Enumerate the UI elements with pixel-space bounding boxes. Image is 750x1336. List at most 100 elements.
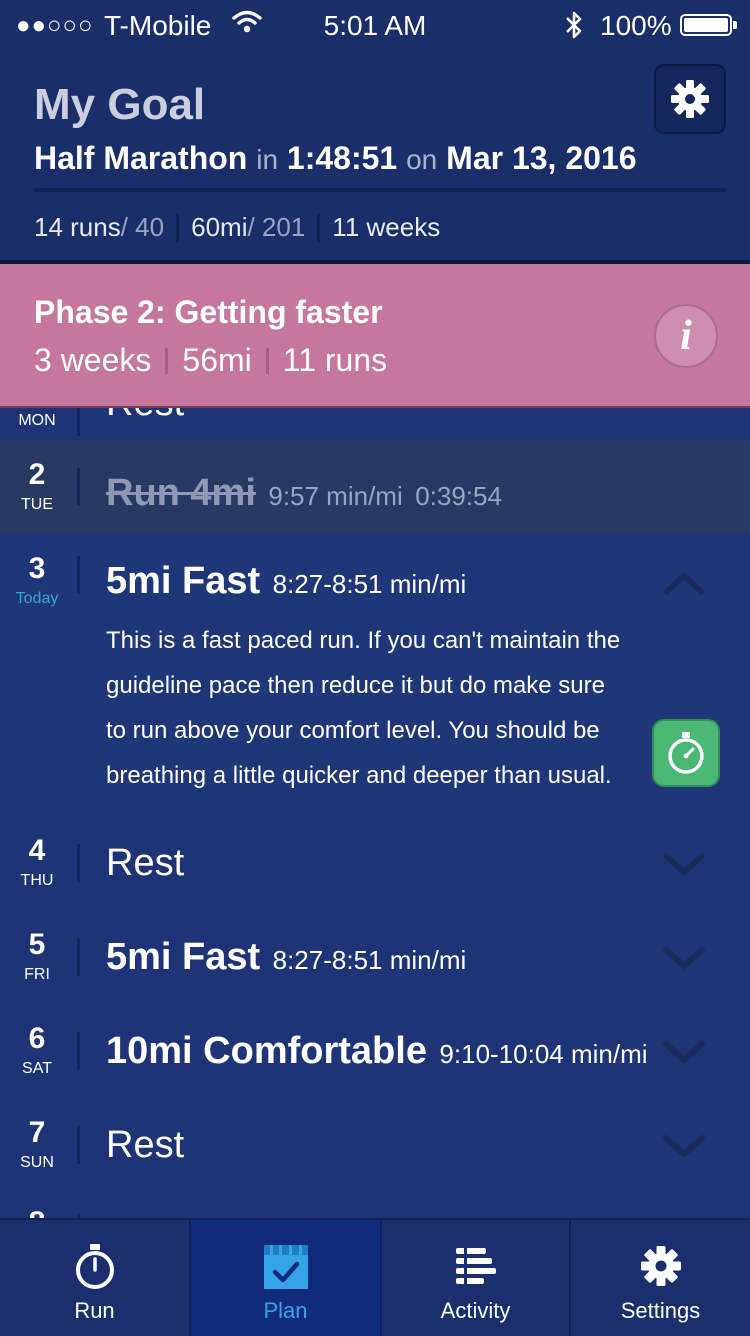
tab-label: Settings: [620, 1298, 701, 1323]
workout-title: Rest: [106, 1124, 185, 1166]
miles-total: / 201: [247, 212, 306, 242]
day-row-tue[interactable]: 2 TUE Run 4mi 9:57 min/mi 0:39:54: [0, 440, 750, 536]
goal-header: My Goal Half Marathon in 1:48:51 on Mar …: [0, 52, 750, 264]
goal-title: My Goal: [34, 80, 206, 129]
phase-title: Phase 2: Getting faster: [34, 294, 383, 330]
activity-list-icon: [455, 1246, 496, 1286]
workout-title: 5mi Fast: [106, 560, 261, 602]
workout-title-row: Rest: [106, 408, 184, 425]
workout-title: 10mi Comfortable: [106, 1030, 427, 1072]
goal-race: Half Marathon: [34, 140, 248, 176]
calendar-check-icon: [263, 1245, 308, 1289]
workout-pace: 8:27-8:51 min/mi: [272, 569, 467, 599]
day-row-mon[interactable]: MON Rest: [0, 408, 750, 442]
workout-title: Rest: [106, 408, 184, 424]
battery-percent: 100%: [600, 10, 672, 41]
phase-weeks: 3 weeks: [34, 342, 152, 378]
day-separator: [77, 1126, 80, 1164]
tab-plan[interactable]: Plan: [191, 1220, 382, 1336]
day-number: 6: [28, 1022, 46, 1055]
day-number: 2: [28, 458, 46, 491]
day-separator: [77, 1032, 80, 1070]
start-workout-button[interactable]: [652, 719, 720, 787]
chevron-down-icon[interactable]: [662, 1132, 706, 1162]
day-separator: [77, 468, 80, 506]
tab-label: Run: [74, 1298, 115, 1323]
workout-title-row: 5mi Fast 8:27-8:51 min/mi: [106, 560, 466, 603]
info-icon: i: [680, 313, 692, 359]
chevron-up-icon[interactable]: [662, 568, 706, 598]
chevron-down-icon[interactable]: [662, 1038, 706, 1068]
goal-settings-button[interactable]: [654, 64, 726, 134]
today-label: Today: [15, 590, 59, 607]
chevron-down-icon[interactable]: [662, 850, 706, 880]
day-number: 5: [28, 928, 46, 961]
day-number: 7: [28, 1116, 46, 1149]
phase-stats: 3 weeks 56mi 11 runs: [34, 342, 387, 379]
day-number: 3: [28, 552, 46, 585]
battery-icon: [680, 14, 737, 36]
day-separator: [77, 556, 80, 594]
workout-title-row: 10mi Comfortable 9:10-10:04 min/mi: [106, 1030, 648, 1073]
day-separator: [77, 938, 80, 976]
phase-info-button[interactable]: i: [654, 304, 718, 368]
tab-bar: Run Plan Activity Settings: [0, 1218, 750, 1336]
phase-runs: 11 runs: [282, 342, 388, 378]
tab-activity[interactable]: Activity: [382, 1220, 571, 1336]
workout-title: Rest: [106, 842, 185, 884]
goal-date: Mar 13, 2016: [446, 140, 637, 176]
workout-title: Run 4mi: [106, 472, 256, 514]
bluetooth-icon: [562, 9, 586, 48]
day-name: TUE: [21, 496, 53, 513]
day-row-today[interactable]: 3 Today 5mi Fast 8:27-8:51 min/mi This i…: [0, 534, 750, 818]
workout-title-row: Rest: [106, 1124, 184, 1167]
gear-icon: [640, 1246, 681, 1286]
day-name: SUN: [20, 1154, 54, 1171]
runs-total: / 40: [120, 212, 165, 242]
workout-description: This is a fast paced run. If you can't m…: [106, 627, 621, 789]
goal-target-time: 1:48:51: [286, 140, 398, 176]
day-row-sat[interactable]: 6 SAT 10mi Comfortable 9:10-10:04 min/mi: [0, 1004, 750, 1100]
workout-pace: 9:57 min/mi: [268, 481, 403, 511]
workout-pace: 8:27-8:51 min/mi: [272, 945, 467, 975]
weeks-remaining: 11 weeks: [332, 212, 441, 242]
goal-summary: Half Marathon in 1:48:51 on Mar 13, 2016: [34, 140, 637, 177]
stat-separator: [165, 347, 169, 374]
tab-label: Activity: [440, 1298, 511, 1323]
day-row-next[interactable]: 8: [0, 1192, 750, 1218]
day-name: THU: [20, 872, 54, 889]
stat-separator: [317, 212, 321, 243]
day-number: 4: [28, 834, 46, 867]
training-day-list[interactable]: MON Rest 2 TUE Run 4mi 9:57 min/mi 0:39:…: [0, 408, 750, 1218]
day-row-thu[interactable]: 4 THU Rest: [0, 816, 750, 912]
workout-title: 5mi Fast: [106, 936, 261, 978]
chevron-down-icon[interactable]: [662, 944, 706, 974]
goal-on-label: on: [406, 144, 438, 175]
tab-label: Plan: [263, 1298, 308, 1323]
tab-settings[interactable]: Settings: [571, 1220, 750, 1336]
workout-title-row: Run 4mi 9:57 min/mi 0:39:54: [106, 472, 502, 515]
gear-icon: [671, 80, 709, 118]
stat-separator: [176, 212, 180, 243]
phase-banner: Phase 2: Getting faster 3 weeks 56mi 11 …: [0, 264, 750, 408]
day-name: FRI: [24, 966, 50, 983]
goal-progress-stats: 14 runs / 40 60mi / 201 11 weeks: [34, 212, 440, 243]
day-separator: [77, 408, 80, 436]
miles-done: 60mi: [191, 212, 248, 242]
day-row-fri[interactable]: 5 FRI 5mi Fast 8:27-8:51 min/mi: [0, 910, 750, 1006]
workout-title-row: 5mi Fast 8:27-8:51 min/mi: [106, 936, 466, 979]
stopwatch-icon: [75, 1244, 114, 1289]
workout-pace: 9:10-10:04 min/mi: [439, 1039, 648, 1069]
day-name: SAT: [22, 1060, 52, 1077]
goal-in-label: in: [256, 144, 279, 175]
workout-time: 0:39:54: [415, 481, 502, 511]
phase-miles: 56mi: [182, 342, 252, 378]
day-row-sun[interactable]: 7 SUN Rest: [0, 1098, 750, 1194]
tab-run[interactable]: Run: [0, 1220, 191, 1336]
day-number: 8: [0, 1206, 74, 1218]
day-separator: [77, 844, 80, 882]
status-bar: ●●○○○ T-Mobile 5:01 AM 100%: [0, 0, 750, 52]
workout-title-row: Rest: [106, 842, 184, 885]
stopwatch-icon: [668, 732, 704, 774]
runs-done: 14 runs: [34, 212, 121, 242]
